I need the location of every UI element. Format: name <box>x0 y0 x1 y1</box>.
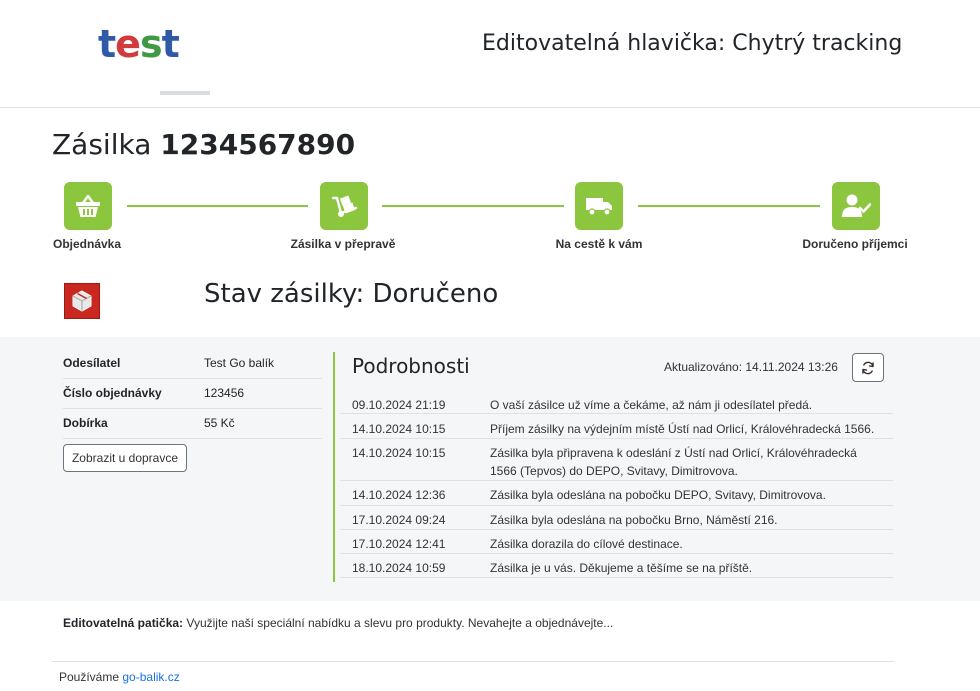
shipment-label: Zásilka <box>52 128 152 161</box>
info-row-sender: Odesílatel Test Go balík <box>63 349 322 379</box>
footer-note-label: Editovatelná patička: <box>63 616 184 630</box>
hand-truck-icon <box>320 182 368 230</box>
header-title: Editovatelná hlavička: Chytrý tracking <box>482 31 903 56</box>
brand-logo[interactable]: test <box>98 22 180 66</box>
event-text: Příjem zásilky na výdejním místě Ústí na… <box>490 422 875 436</box>
shipment-number: 1234567890 <box>160 128 356 161</box>
event-row: 14.10.2024 10:15 Příjem zásilky na výdej… <box>340 414 893 439</box>
event-text: Zásilka byla připravena k odeslání z Úst… <box>490 446 857 478</box>
event-text: O vaší zásilce už víme a čekáme, až nám … <box>490 398 813 412</box>
package-icon <box>64 283 100 319</box>
event-text: Zásilka byla odeslána na pobočku DEPO, S… <box>490 488 826 502</box>
event-row: 09.10.2024 21:19 O vaší zásilce už víme … <box>340 393 893 414</box>
event-date: 17.10.2024 09:24 <box>352 513 446 527</box>
footer-divider <box>52 661 894 662</box>
page-header: test Editovatelná hlavička: Chytrý track… <box>0 0 980 108</box>
progress-steps: Objednávka Zásilka v přepravě Na cestě k… <box>0 180 980 260</box>
refresh-icon <box>861 361 875 375</box>
event-text: Zásilka byla odeslána na pobočku Brno, N… <box>490 513 778 527</box>
truck-icon <box>575 182 623 230</box>
info-value: 123456 <box>204 386 245 400</box>
details-title: Podrobnosti <box>352 354 470 378</box>
info-value: Test Go balík <box>204 356 275 370</box>
step-label-order: Objednávka <box>52 237 122 251</box>
footer-note: Editovatelná patička: Využijte naší spec… <box>63 616 613 630</box>
event-date: 17.10.2024 12:41 <box>352 537 446 551</box>
info-key: Číslo objednávky <box>63 386 162 400</box>
footer-note-text: Využijte naší speciální nabídku a slevu … <box>183 616 614 630</box>
updated-timestamp: Aktualizováno: 14.11.2024 13:26 <box>664 360 838 374</box>
event-date: 14.10.2024 12:36 <box>352 488 446 502</box>
step-connector <box>127 205 308 207</box>
logo-tagline-bar <box>160 91 210 95</box>
event-text: Zásilka je u vás. Děkujeme a těšíme se n… <box>490 561 753 575</box>
step-label-delivered: Doručeno příjemci <box>802 237 908 251</box>
info-row-order-number: Číslo objednávky 123456 <box>63 379 322 409</box>
refresh-button[interactable] <box>852 353 884 382</box>
panel-divider <box>333 352 335 582</box>
basket-icon <box>64 182 112 230</box>
step-label-on-the-way: Na cestě k vám <box>555 237 643 251</box>
info-row-cod: Dobírka 55 Kč <box>63 409 322 439</box>
go-balik-link[interactable]: go-balik.cz <box>122 670 179 684</box>
status-title: Stav zásilky: Doručeno <box>204 279 499 309</box>
event-row: 18.10.2024 10:59 Zásilka je u vás. Děkuj… <box>340 554 893 578</box>
event-row: 14.10.2024 12:36 Zásilka byla odeslána n… <box>340 481 893 506</box>
event-date: 14.10.2024 10:15 <box>352 422 446 436</box>
info-key: Dobírka <box>63 416 108 430</box>
event-date: 14.10.2024 10:15 <box>352 446 446 460</box>
event-date: 09.10.2024 21:19 <box>352 398 446 412</box>
step-connector <box>638 205 820 207</box>
event-row: 17.10.2024 12:41 Zásilka dorazila do cíl… <box>340 530 893 554</box>
event-date: 18.10.2024 10:59 <box>352 561 446 575</box>
footer-credit: Používáme go-balik.cz <box>59 670 180 684</box>
info-value: 55 Kč <box>204 416 235 430</box>
step-label-in-transit: Zásilka v přepravě <box>290 237 396 251</box>
show-at-carrier-button[interactable]: Zobrazit u dopravce <box>63 444 187 472</box>
footer-credit-text: Používáme <box>59 670 123 684</box>
shipment-title: Zásilka 1234567890 <box>52 128 355 161</box>
event-row: 17.10.2024 09:24 Zásilka byla odeslána n… <box>340 506 893 530</box>
step-connector <box>382 205 564 207</box>
user-check-icon <box>832 182 880 230</box>
event-row: 14.10.2024 10:15 Zásilka byla připravena… <box>340 439 893 481</box>
event-text: Zásilka dorazila do cílové destinace. <box>490 537 683 551</box>
info-key: Odesílatel <box>63 356 121 370</box>
